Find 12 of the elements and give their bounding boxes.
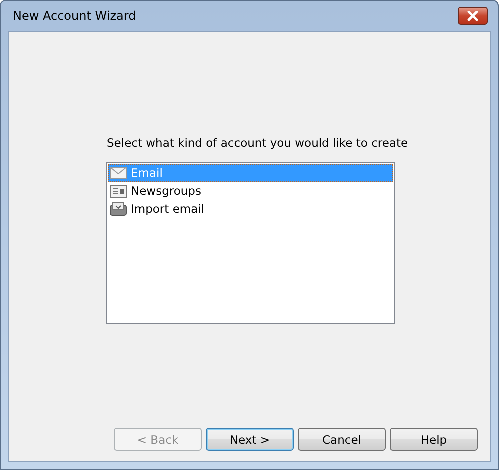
- wizard-button[interactable]: Next >: [206, 428, 294, 451]
- wizard-button[interactable]: Help: [390, 428, 478, 451]
- close-button[interactable]: [458, 7, 488, 25]
- newspaper-icon: [110, 184, 127, 198]
- list-item[interactable]: Newsgroups: [108, 182, 393, 200]
- window-title: New Account Wizard: [12, 9, 136, 23]
- close-icon: [467, 11, 479, 21]
- list-item[interactable]: Import email: [108, 200, 393, 218]
- tray-icon: [110, 202, 127, 216]
- wizard-button[interactable]: Cancel: [298, 428, 386, 451]
- envelope-icon: [110, 167, 127, 179]
- prompt-text: Select what kind of account you would like to create: [107, 136, 408, 150]
